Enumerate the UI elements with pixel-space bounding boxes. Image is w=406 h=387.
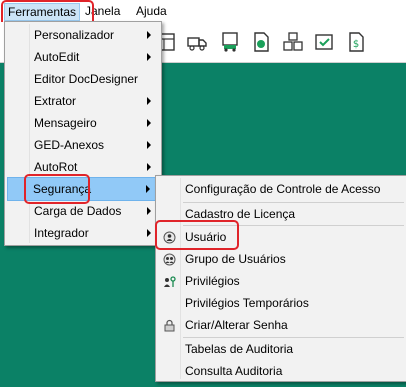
menu-item-label: AutoRot xyxy=(34,160,78,174)
menu-item-label: Carga de Dados xyxy=(34,204,122,218)
user-key-icon xyxy=(164,276,176,287)
checklist-icon[interactable] xyxy=(313,31,335,53)
chevron-right-icon xyxy=(147,163,151,171)
truck-icon[interactable] xyxy=(186,31,208,53)
chevron-right-icon xyxy=(147,31,151,39)
annotation-highlight-seguranca xyxy=(24,174,90,204)
menu-item-label: Personalizador xyxy=(34,28,115,42)
menu-item-integrador[interactable]: Integrador xyxy=(7,222,159,244)
menu-item-label: Integrador xyxy=(34,226,89,240)
menu-item-personalizador[interactable]: Personalizador xyxy=(7,24,159,46)
menu-item-tabelas-auditoria[interactable]: Tabelas de Auditoria xyxy=(158,338,404,360)
menu-item-label: Extrator xyxy=(34,94,77,108)
chevron-right-icon xyxy=(146,185,150,193)
user-group-icon xyxy=(163,253,176,266)
menu-item-editor-docdesigner[interactable]: Editor DocDesigner xyxy=(7,68,159,90)
svg-text:$: $ xyxy=(353,39,359,50)
menu-item-consulta-auditoria[interactable]: Consulta Auditoria xyxy=(158,360,404,382)
ferramentas-menu: Personalizador AutoEdit Editor DocDesign… xyxy=(4,21,162,246)
menu-item-label: Criar/Alterar Senha xyxy=(185,318,288,332)
boxes-icon[interactable] xyxy=(282,31,304,53)
annotation-highlight-usuario xyxy=(155,220,239,250)
menu-item-label: Editor DocDesigner xyxy=(34,72,139,86)
chevron-right-icon xyxy=(147,97,151,105)
menu-item-label: Privilégios Temporários xyxy=(185,296,309,310)
menu-item-label: Configuração de Controle de Acesso xyxy=(185,182,381,196)
menu-ajuda[interactable]: Ajuda xyxy=(136,3,167,19)
menu-item-configuracao-controle-acesso[interactable]: Configuração de Controle de Acesso xyxy=(158,178,404,200)
menu-item-grupo-usuarios[interactable]: Grupo de Usuários xyxy=(158,248,404,270)
menu-item-extrator[interactable]: Extrator xyxy=(7,90,159,112)
chevron-right-icon xyxy=(147,53,151,61)
chevron-right-icon xyxy=(147,119,151,127)
menu-item-mensageiro[interactable]: Mensageiro xyxy=(7,112,159,134)
chevron-right-icon xyxy=(147,229,151,237)
menu-item-label: Privilégios xyxy=(185,274,240,288)
menu-item-autoedit[interactable]: AutoEdit xyxy=(7,46,159,68)
chevron-right-icon xyxy=(147,207,151,215)
menu-item-privilegios-temporarios[interactable]: Privilégios Temporários xyxy=(158,292,404,314)
menu-item-label: GED-Anexos xyxy=(34,138,105,152)
menu-item-label: AutoEdit xyxy=(34,50,80,64)
menu-item-label: Consulta Auditoria xyxy=(185,364,283,378)
seguranca-submenu: Configuração de Controle de Acesso Cadas… xyxy=(155,175,406,382)
lock-icon xyxy=(164,319,175,332)
menu-item-label: Grupo de Usuários xyxy=(185,252,286,266)
money-doc-icon[interactable] xyxy=(250,31,272,53)
truck-doc-icon[interactable] xyxy=(219,31,241,53)
dollar-doc-icon[interactable]: $ xyxy=(345,31,367,53)
chevron-right-icon xyxy=(147,141,151,149)
menu-item-label: Mensageiro xyxy=(34,116,97,130)
menu-item-privilegios[interactable]: Privilégios xyxy=(158,270,404,292)
menu-item-ged-anexos[interactable]: GED-Anexos xyxy=(7,134,159,156)
menu-item-criar-alterar-senha[interactable]: Criar/Alterar Senha xyxy=(158,314,404,336)
menu-item-label: Tabelas de Auditoria xyxy=(185,342,294,356)
menu-item-label: Cadastro de Licença xyxy=(185,207,296,221)
